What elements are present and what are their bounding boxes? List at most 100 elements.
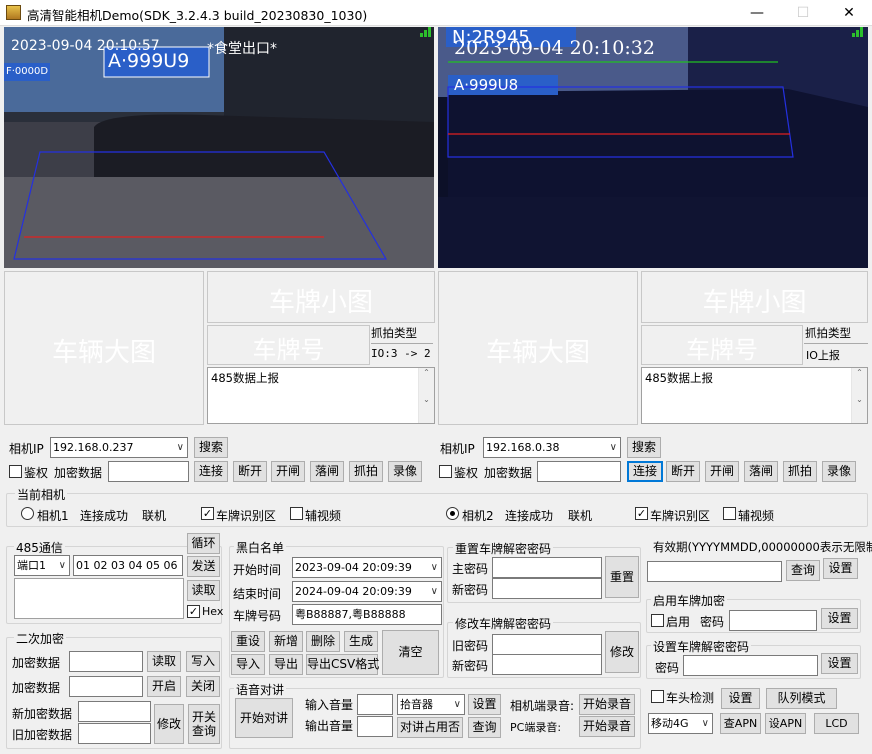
- sec-close-button[interactable]: 关闭: [186, 676, 220, 697]
- validity-set-button[interactable]: 设置: [823, 558, 858, 579]
- right-rs485-scrollbar[interactable]: ⌃ ⌄: [851, 368, 867, 423]
- bl-delete-button[interactable]: 删除: [306, 631, 340, 652]
- camera-start-rec-button[interactable]: 开始录音: [579, 694, 635, 715]
- right-open-gate-button[interactable]: 开闸: [705, 461, 739, 482]
- left-rs485-report[interactable]: 485数据上报 ⌃ ⌄: [207, 367, 435, 424]
- right-disconnect-button[interactable]: 断开: [666, 461, 700, 482]
- new-enc-input[interactable]: [78, 701, 151, 722]
- voice-query-button[interactable]: 查询: [468, 717, 501, 738]
- camera2-radio[interactable]: [446, 507, 459, 520]
- left-close-gate-button[interactable]: 落闸: [310, 461, 344, 482]
- main-pwd-input[interactable]: [492, 557, 602, 578]
- right-capture-button[interactable]: 抓拍: [783, 461, 817, 482]
- talk-occupy-button[interactable]: 对讲占用否: [397, 717, 463, 738]
- validity-input[interactable]: [647, 561, 782, 582]
- aux-video-checkbox-1[interactable]: [290, 507, 303, 520]
- bl-reset-button[interactable]: 重设: [231, 631, 265, 652]
- left-enc-label: 加密数据: [54, 466, 103, 480]
- rs485-received-area[interactable]: [14, 578, 184, 619]
- left-big-image-label: 车辆大图: [51, 338, 156, 368]
- right-big-image-label: 车辆大图: [485, 338, 590, 368]
- query-apn-button[interactable]: 查APN: [720, 713, 761, 734]
- right-connect-button[interactable]: 连接: [627, 461, 663, 482]
- start-time-picker[interactable]: 2023-09-04 20:09:39 ∨: [292, 557, 442, 578]
- left-search-button[interactable]: 搜索: [194, 437, 228, 458]
- left-capture-button[interactable]: 抓拍: [349, 461, 383, 482]
- set-pwd-group-label: 设置车牌解密密码: [651, 638, 752, 655]
- right-close-gate-button[interactable]: 落闸: [744, 461, 778, 482]
- sec-start-button[interactable]: 开启: [147, 676, 181, 697]
- head-detect-set-button[interactable]: 设置: [721, 688, 760, 709]
- set-pwd-button[interactable]: 设置: [821, 653, 858, 674]
- right-record-button[interactable]: 录像: [822, 461, 856, 482]
- right-search-button[interactable]: 搜索: [627, 437, 661, 458]
- left-video-view[interactable]: 2023-09-04 20:10:57 *食堂出口* A·999U9 F·000…: [4, 27, 434, 268]
- left-ip-value: 192.168.0.237: [53, 441, 134, 454]
- lcd-button[interactable]: LCD: [814, 713, 859, 734]
- reset-pwd-button[interactable]: 重置: [605, 556, 639, 598]
- enable-pwd-label: 密码: [700, 615, 725, 629]
- bl-clear-button[interactable]: 清空: [382, 630, 439, 675]
- bl-generate-button[interactable]: 生成: [344, 631, 378, 652]
- left-connect-button[interactable]: 连接: [194, 461, 228, 482]
- input-volume-field[interactable]: [357, 694, 393, 715]
- plate-number-input[interactable]: 粤B88887,粤B88888: [292, 604, 442, 625]
- chevron-down-icon: ∨: [58, 560, 66, 571]
- right-video-view[interactable]: 2023-09-04 20:10:32 N:2R945 A·999U8: [438, 27, 868, 268]
- set-apn-button[interactable]: 设APN: [765, 713, 806, 734]
- queue-mode-button[interactable]: 队列模式: [766, 688, 837, 709]
- left-ip-select[interactable]: 192.168.0.237 ∨: [50, 437, 188, 458]
- left-open-gate-button[interactable]: 开闸: [271, 461, 305, 482]
- plate-area-checkbox-2[interactable]: ✓: [635, 507, 648, 520]
- sec-write-button[interactable]: 写入: [186, 651, 220, 672]
- switch-query-button[interactable]: 开关 查询: [188, 704, 220, 744]
- bl-export-csv-button[interactable]: 导出CSV格式: [306, 654, 379, 675]
- plate-area-checkbox-1[interactable]: ✓: [201, 507, 214, 520]
- end-time-picker[interactable]: 2024-09-04 20:09:39 ∨: [292, 581, 442, 602]
- pc-start-rec-button[interactable]: 开始录音: [579, 716, 635, 737]
- enable-enc-checkbox[interactable]: [651, 614, 664, 627]
- left-record-button[interactable]: 录像: [388, 461, 422, 482]
- right-enc-input[interactable]: [537, 461, 621, 482]
- set-pwd-input[interactable]: [683, 655, 818, 676]
- bl-add-button[interactable]: 新增: [269, 631, 303, 652]
- bl-import-button[interactable]: 导入: [231, 654, 265, 675]
- bl-export-button[interactable]: 导出: [269, 654, 303, 675]
- head-detect-checkbox[interactable]: [651, 690, 664, 703]
- sec-enc-input-2[interactable]: [69, 676, 143, 697]
- rs485-port-select[interactable]: 端口1 ∨: [14, 555, 70, 576]
- old-enc-input[interactable]: [78, 723, 151, 744]
- left-rs485-scrollbar[interactable]: ⌃ ⌄: [418, 368, 434, 423]
- enable-pwd-input[interactable]: [729, 610, 817, 631]
- right-auth-checkbox[interactable]: [439, 465, 452, 478]
- right-rs485-report[interactable]: 485数据上报 ⌃ ⌄: [641, 367, 868, 424]
- minimize-button[interactable]: —: [734, 0, 780, 26]
- rs485-read-button[interactable]: 读取: [187, 580, 220, 601]
- reset-new-pwd-input[interactable]: [492, 578, 602, 599]
- sec-read-button[interactable]: 读取: [147, 651, 181, 672]
- rs485-data-input[interactable]: 01 02 03 04 05 06: [73, 555, 183, 576]
- rs485-send-button[interactable]: 发送: [187, 556, 220, 577]
- left-enc-input[interactable]: [108, 461, 189, 482]
- modify-new-pwd-input[interactable]: [492, 654, 602, 675]
- voice-set-button[interactable]: 设置: [468, 694, 501, 715]
- camera1-radio[interactable]: [21, 507, 34, 520]
- left-disconnect-button[interactable]: 断开: [233, 461, 267, 482]
- enable-set-button[interactable]: 设置: [821, 608, 858, 629]
- sec-enc-input[interactable]: [69, 651, 143, 672]
- modify-pwd-button[interactable]: 修改: [605, 631, 639, 673]
- aux-video-checkbox-2[interactable]: [723, 507, 736, 520]
- maximize-button[interactable]: ☐: [780, 0, 826, 26]
- old-pwd-input[interactable]: [492, 634, 602, 655]
- left-auth-checkbox[interactable]: [9, 465, 22, 478]
- close-button[interactable]: ✕: [826, 0, 872, 26]
- validity-query-button[interactable]: 查询: [786, 560, 820, 581]
- mobile-4g-select[interactable]: 移动4G ∨: [648, 713, 713, 734]
- start-talk-button[interactable]: 开始对讲: [235, 698, 293, 738]
- rs485-loop-button[interactable]: 循环: [187, 533, 220, 554]
- output-volume-field[interactable]: [357, 716, 393, 737]
- hex-checkbox[interactable]: ✓: [187, 605, 200, 618]
- mic-select[interactable]: 拾音器 ∨: [397, 694, 465, 715]
- sec-modify-button[interactable]: 修改: [154, 704, 184, 744]
- right-ip-select[interactable]: 192.168.0.38 ∨: [483, 437, 621, 458]
